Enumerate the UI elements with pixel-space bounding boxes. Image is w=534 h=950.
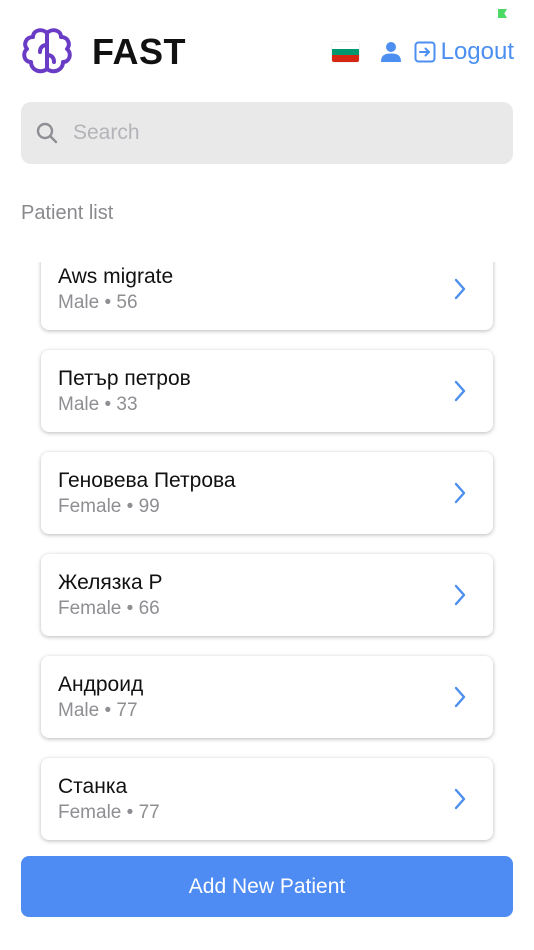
patient-card-text: Андроид Male • 77 [58,672,143,723]
flag-stripe-green [331,48,359,56]
search-input[interactable] [73,121,473,145]
patient-gender-age: Female • 66 [58,597,160,619]
patient-card[interactable]: Aws migrate Male • 56 [41,262,493,330]
section-title: Patient list [21,202,114,224]
language-flag-button[interactable] [331,42,359,62]
user-icon[interactable] [380,41,402,63]
patient-name: Станка [58,774,128,798]
patient-gender-age: Female • 77 [58,801,160,823]
app-screen: FAST Logout Search Patient list Aws migr… [0,0,534,950]
patient-card[interactable]: Геновева Петрова Female • 99 [41,452,493,534]
chevron-right-icon [453,379,467,403]
status-indicator [498,9,507,18]
logout-label: Logout [440,38,514,65]
brain-logo-icon [20,25,74,79]
flag-stripe-white [331,42,359,49]
chevron-right-icon [453,685,467,709]
patient-gender-age: Male • 77 [58,699,138,721]
patient-name: Петър петров [58,366,191,390]
header-actions: Logout [331,38,514,66]
search-bar[interactable] [21,102,513,164]
patient-gender-age: Male • 33 [58,393,138,415]
patient-gender-age: Female • 99 [58,495,160,517]
app-brand: FAST [92,31,187,72]
chevron-right-icon [453,583,467,607]
patient-card-text: Желязка Р Female • 66 [58,570,163,621]
patient-card[interactable]: Петър петров Male • 33 [41,350,493,432]
patient-card-text: Станка Female • 77 [58,774,160,825]
flag-stripe-red [331,55,359,62]
patient-list-content: Aws migrate Male • 56 Петър петров Male • 3… [41,262,493,847]
logout-button[interactable]: Logout [414,38,514,66]
patient-name: Геновева Петрова [58,468,236,492]
header: FAST Logout [20,24,514,80]
patient-list[interactable]: Aws migrate Male • 56 Петър петров Male • 3… [0,262,534,847]
patient-card-text: Петър петров Male • 33 [58,366,191,417]
search-icon [35,121,59,145]
logout-icon [414,41,436,63]
patient-gender-age: Male • 56 [58,291,138,313]
patient-card[interactable]: Андроид Male • 77 [41,656,493,738]
chevron-right-icon [453,481,467,505]
patient-card-text: Геновева Петрова Female • 99 [58,468,236,519]
patient-card[interactable]: Станка Female • 77 [41,758,493,840]
patient-name: Желязка Р [58,570,163,594]
patient-card[interactable]: Желязка Р Female • 66 [41,554,493,636]
add-new-patient-button[interactable]: Add New Patient [21,856,513,917]
chevron-right-icon [453,277,467,301]
patient-card-text: Aws migrate Male • 56 [58,264,173,315]
patient-name: Aws migrate [58,264,174,288]
chevron-right-icon [453,787,467,811]
patient-name: Андроид [58,672,144,696]
